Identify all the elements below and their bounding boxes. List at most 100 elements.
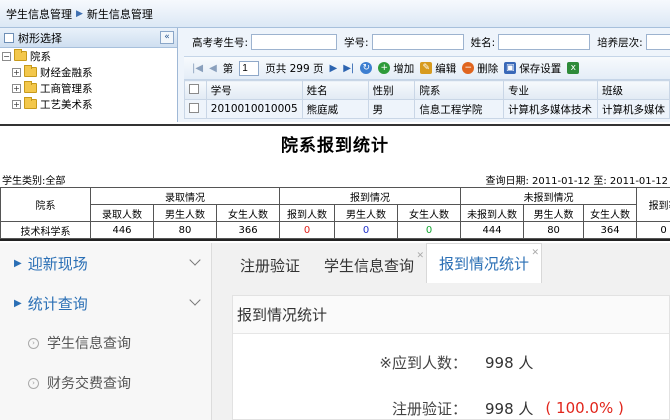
folder-icon: [24, 65, 37, 77]
search-bar: 高考考生号: 学号: 姓名: 培养层次:: [184, 28, 670, 56]
report-table: 院系 录取情况 报到情况 未报到情况 报到率 录取人数 男生人数 女生人数 报到…: [0, 187, 670, 239]
table-cell: 熊庭威: [301, 99, 369, 119]
sub-header: 女生人数: [583, 204, 638, 222]
report-cell: 80: [153, 221, 217, 239]
select-all-header[interactable]: [184, 80, 207, 100]
registration-stats-window: ▶ 迎新现场 ▶ 统计查询 › 学生信息查询 › 财务交费查询 注册验证 学生信…: [0, 243, 670, 420]
stats-panel: 报到情况统计 ※应到人数： 998 人 注册验证： 998 人 ( 100.0%…: [232, 295, 670, 420]
tree-node-label: 工商管理系: [40, 82, 93, 95]
sub-header: 男生人数: [153, 204, 217, 222]
sub-header: 未报到人数: [460, 204, 525, 222]
chevron-down-icon: [189, 294, 201, 306]
tree-node-item[interactable]: + 财经金融系: [0, 64, 177, 80]
admitted-header: 录取情况: [89, 187, 281, 205]
tree-node-label: 工艺美术系: [40, 98, 93, 111]
page-number-input[interactable]: [239, 60, 260, 76]
prev-page-icon[interactable]: ◀: [209, 63, 217, 74]
report-sub-header-row: 录取人数 男生人数 女生人数 报到人数 男生人数 女生人数 未报到人数 男生人数…: [1, 204, 670, 222]
name-input[interactable]: [498, 34, 591, 50]
reported-female-cell: 0: [397, 221, 462, 239]
last-page-icon[interactable]: ▶|: [343, 63, 354, 74]
report-cell: 446: [90, 221, 154, 239]
expand-node-icon[interactable]: +: [12, 67, 21, 77]
export-icon[interactable]: x: [567, 62, 580, 74]
report-meta: 学生类别:全部 查询日期: 2011-01-12 至: 2011-01-12: [0, 170, 670, 187]
breadcrumb-arrow-icon: ▶: [76, 8, 83, 19]
collapse-panel-button[interactable]: «: [160, 31, 174, 44]
tree-node-item[interactable]: + 工艺美术系: [0, 96, 177, 112]
row-checkbox[interactable]: [189, 102, 199, 113]
delete-button[interactable]: − 删除: [462, 61, 498, 76]
chevron-down-icon: [189, 254, 201, 266]
select-all-checkbox[interactable]: [189, 83, 199, 94]
expand-arrow-icon: ▶: [14, 257, 22, 269]
expected-count-row: ※应到人数： 998 人: [233, 342, 669, 382]
breadcrumb-item-new-student-info[interactable]: 新生信息管理: [87, 6, 153, 22]
table-cell: 2010010010005: [205, 99, 303, 119]
edit-button[interactable]: ✎ 编辑: [420, 61, 456, 76]
column-header[interactable]: 学号: [205, 80, 303, 100]
row-select-cell[interactable]: [184, 99, 207, 119]
expand-node-icon[interactable]: +: [12, 83, 21, 93]
student-id-input[interactable]: [371, 34, 464, 50]
column-header[interactable]: 班级: [596, 80, 670, 100]
next-page-icon[interactable]: ▶: [329, 63, 337, 74]
add-label: 增加: [393, 62, 415, 75]
edit-icon: ✎: [420, 62, 433, 74]
table-cell: 男: [367, 99, 416, 119]
close-tab-icon[interactable]: ✕: [416, 251, 424, 261]
exam-number-input[interactable]: [251, 34, 338, 50]
registered-count-row: 注册验证： 998 人 ( 100.0% ): [233, 388, 669, 420]
table-header-row: 学号 姓名 性别 院系 专业 班级: [184, 80, 670, 100]
column-header[interactable]: 院系: [414, 80, 505, 100]
page-total: 页共 299 页: [265, 62, 324, 75]
tab-student-info-query[interactable]: 学生信息查询 ✕: [312, 247, 426, 283]
level-label: 培养层次:: [597, 36, 643, 49]
tree-panel-icon: [4, 32, 14, 43]
table-row[interactable]: 2010010010005 熊庭威 男 信息工程学院 计算机多媒体技术 计算机多…: [184, 99, 670, 119]
sidebar-item-stats-query[interactable]: ▶ 统计查询: [0, 283, 211, 323]
expected-count-label: ※应到人数：: [379, 353, 467, 372]
column-header[interactable]: 性别: [367, 80, 416, 100]
expand-node-icon[interactable]: +: [12, 99, 21, 109]
close-tab-icon[interactable]: ✕: [532, 248, 540, 258]
sidebar-subitem-student-info[interactable]: › 学生信息查询: [0, 323, 211, 363]
tree-node-item[interactable]: + 工商管理系: [0, 80, 177, 96]
not-reported-header: 未报到情况: [460, 187, 638, 205]
sub-header: 女生人数: [215, 204, 281, 222]
rate-header: 报到率: [636, 187, 670, 222]
folder-icon: [24, 81, 37, 93]
tab-report-stats[interactable]: 报到情况统计 ✕: [426, 243, 543, 283]
sidebar-subitem-label: 学生信息查询: [47, 336, 131, 352]
collapse-node-icon[interactable]: −: [2, 51, 11, 61]
save-settings-button[interactable]: ▣ 保存设置: [504, 61, 561, 76]
breadcrumb-item-student-info[interactable]: 学生信息管理: [6, 6, 72, 22]
sidebar-item-onsite[interactable]: ▶ 迎新现场: [0, 243, 211, 283]
folder-icon: [24, 97, 37, 109]
student-id-label: 学号:: [344, 36, 369, 49]
column-header[interactable]: 姓名: [301, 80, 369, 100]
column-header[interactable]: 专业: [503, 80, 598, 100]
sub-header: 男生人数: [334, 204, 399, 222]
tab-registration-verify[interactable]: 注册验证: [228, 247, 312, 283]
report-cell: 364: [583, 221, 638, 239]
level-input[interactable]: [645, 34, 670, 50]
report-title: 院系报到统计: [281, 136, 389, 156]
sidebar: ▶ 迎新现场 ▶ 统计查询 › 学生信息查询 › 财务交费查询: [0, 243, 212, 420]
tree-node-root[interactable]: − 院系: [0, 48, 177, 64]
reported-male-cell: 0: [334, 221, 399, 239]
save-label: 保存设置: [519, 62, 562, 75]
tree-node-label: 财经金融系: [40, 66, 93, 79]
dept-cell: 技术科学系: [0, 221, 91, 239]
tree-panel: 树形选择 « − 院系 + 财经金融系 + 工商管理系 + 工艺美术系: [0, 28, 178, 122]
add-button[interactable]: + 增加: [378, 61, 414, 76]
tree-node-label: 院系: [30, 50, 51, 63]
query-date-label: 查询日期: 2011-01-12 至: 2011-01-12: [485, 176, 668, 187]
student-table: 学号 姓名 性别 院系 专业 班级 2010010010005 熊庭威 男 信息…: [184, 80, 670, 119]
report-cell: 366: [215, 221, 281, 239]
refresh-icon[interactable]: ↻: [360, 62, 373, 74]
report-group-header-row: 院系 录取情况 报到情况 未报到情况 报到率: [0, 187, 670, 222]
sidebar-subitem-finance[interactable]: › 财务交费查询: [0, 363, 211, 403]
tab-label: 报到情况统计: [439, 255, 530, 273]
first-page-icon[interactable]: |◀: [192, 63, 203, 74]
